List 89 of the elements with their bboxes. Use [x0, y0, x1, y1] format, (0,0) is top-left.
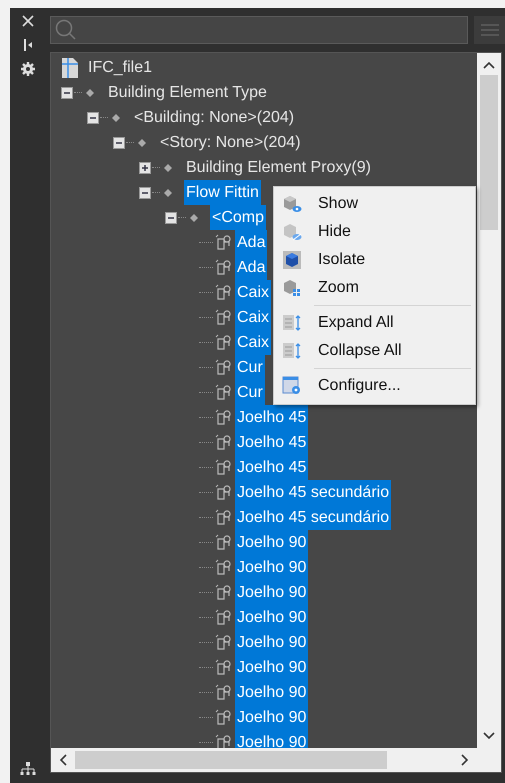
element-icon	[215, 559, 232, 576]
element-icon	[215, 709, 232, 726]
element-icon	[215, 584, 232, 601]
element-icon	[215, 234, 232, 251]
search-icon	[55, 19, 77, 41]
close-icon[interactable]	[21, 14, 35, 28]
hierarchy-icon[interactable]	[20, 761, 36, 777]
settings-window-icon	[282, 376, 302, 396]
collapse-icon[interactable]	[165, 212, 177, 224]
collapse-icon[interactable]	[87, 112, 99, 124]
element-icon	[215, 384, 232, 401]
diamond-icon	[164, 188, 172, 196]
element-icon	[215, 634, 232, 651]
diamond-icon	[112, 114, 120, 122]
menu-icon	[480, 24, 498, 36]
tree-item[interactable]: Flow Fittin	[184, 180, 261, 205]
list-arrows-icon	[282, 341, 302, 361]
tree-item[interactable]: Joelho 90	[235, 655, 308, 680]
element-icon	[215, 684, 232, 701]
element-icon	[215, 284, 232, 301]
menu-item[interactable]: Zoom	[274, 274, 475, 302]
scrollbar-thumb[interactable]	[480, 75, 498, 230]
tree-item[interactable]: Joelho 90	[235, 580, 308, 605]
diamond-icon	[138, 138, 146, 146]
tree-item[interactable]: Joelho 45 secundário	[235, 480, 392, 505]
collapse-icon[interactable]	[139, 186, 151, 198]
element-icon	[215, 659, 232, 676]
cube-icon	[282, 278, 302, 298]
element-icon	[215, 734, 232, 748]
element-icon	[215, 309, 232, 326]
element-icon	[215, 409, 232, 426]
tree-item[interactable]: IFC_file1	[86, 55, 154, 80]
list-arrows-icon	[282, 313, 302, 333]
menu-item[interactable]: Show	[274, 190, 475, 218]
tree-item[interactable]: Joelho 90	[235, 705, 308, 730]
tree-item[interactable]: Joelho 90	[235, 680, 308, 705]
tree-item[interactable]: <Building: None>(204)	[132, 105, 296, 130]
scroll-left-icon[interactable]	[59, 754, 67, 766]
diamond-icon	[86, 88, 94, 96]
tree-item[interactable]: Joelho 90	[235, 605, 308, 630]
scrollbar-thumb[interactable]	[75, 751, 387, 769]
tree-item[interactable]: Building Element Type	[106, 80, 269, 105]
tree-item[interactable]: Building Element Proxy(9)	[184, 155, 373, 180]
tree-item[interactable]: Joelho 45	[235, 455, 308, 480]
menu-item[interactable]: Collapse All	[274, 337, 475, 365]
tree-item[interactable]: Joelho 45 secundário	[235, 505, 392, 530]
tree-item[interactable]: Joelho 45	[235, 405, 308, 430]
element-icon	[215, 534, 232, 551]
element-icon	[215, 509, 232, 526]
settings-icon[interactable]	[21, 62, 35, 76]
element-icon	[215, 609, 232, 626]
search-field[interactable]	[50, 16, 468, 44]
element-icon	[215, 434, 232, 451]
element-icon	[215, 484, 232, 501]
file-icon	[61, 56, 79, 78]
tree-item[interactable]: Cur	[235, 355, 265, 380]
diamond-icon	[190, 214, 198, 222]
cube-eye-icon	[282, 194, 302, 214]
tree-item[interactable]: Caix	[235, 305, 272, 330]
tree-item[interactable]: <Story: None>(204)	[158, 130, 303, 155]
tree-item[interactable]: Joelho 45	[235, 430, 308, 455]
tree-item[interactable]: Joelho 90	[235, 730, 308, 748]
tree-item[interactable]: Joelho 90	[235, 630, 308, 655]
tree-item[interactable]: Cur	[235, 380, 265, 405]
cube-eye-icon	[282, 222, 302, 242]
scroll-right-icon[interactable]	[461, 754, 469, 766]
tree-item[interactable]: Joelho 90	[235, 530, 308, 555]
tree-item[interactable]: Caix	[235, 280, 272, 305]
element-icon	[215, 259, 232, 276]
menu-item[interactable]: Configure...	[274, 372, 475, 400]
tree-item[interactable]: <Comp	[210, 205, 266, 230]
pin-icon[interactable]	[22, 38, 34, 52]
diamond-icon	[164, 164, 172, 172]
tree-item[interactable]: Ada	[235, 255, 268, 280]
scroll-up-icon[interactable]	[483, 61, 495, 69]
collapse-icon[interactable]	[61, 86, 73, 98]
element-icon	[215, 334, 232, 351]
menu-item[interactable]: Hide	[274, 218, 475, 246]
expand-icon[interactable]	[139, 162, 151, 174]
cube-icon	[282, 250, 302, 270]
tree-item[interactable]: Joelho 90	[235, 555, 308, 580]
tree-item[interactable]: Ada	[235, 230, 268, 255]
menu-item[interactable]: Expand All	[274, 309, 475, 337]
element-icon	[215, 359, 232, 376]
menu-item[interactable]: Isolate	[274, 246, 475, 274]
scroll-down-icon[interactable]	[483, 732, 495, 740]
tree-item[interactable]: Caix	[235, 330, 272, 355]
element-icon	[215, 459, 232, 476]
collapse-icon[interactable]	[113, 136, 125, 148]
